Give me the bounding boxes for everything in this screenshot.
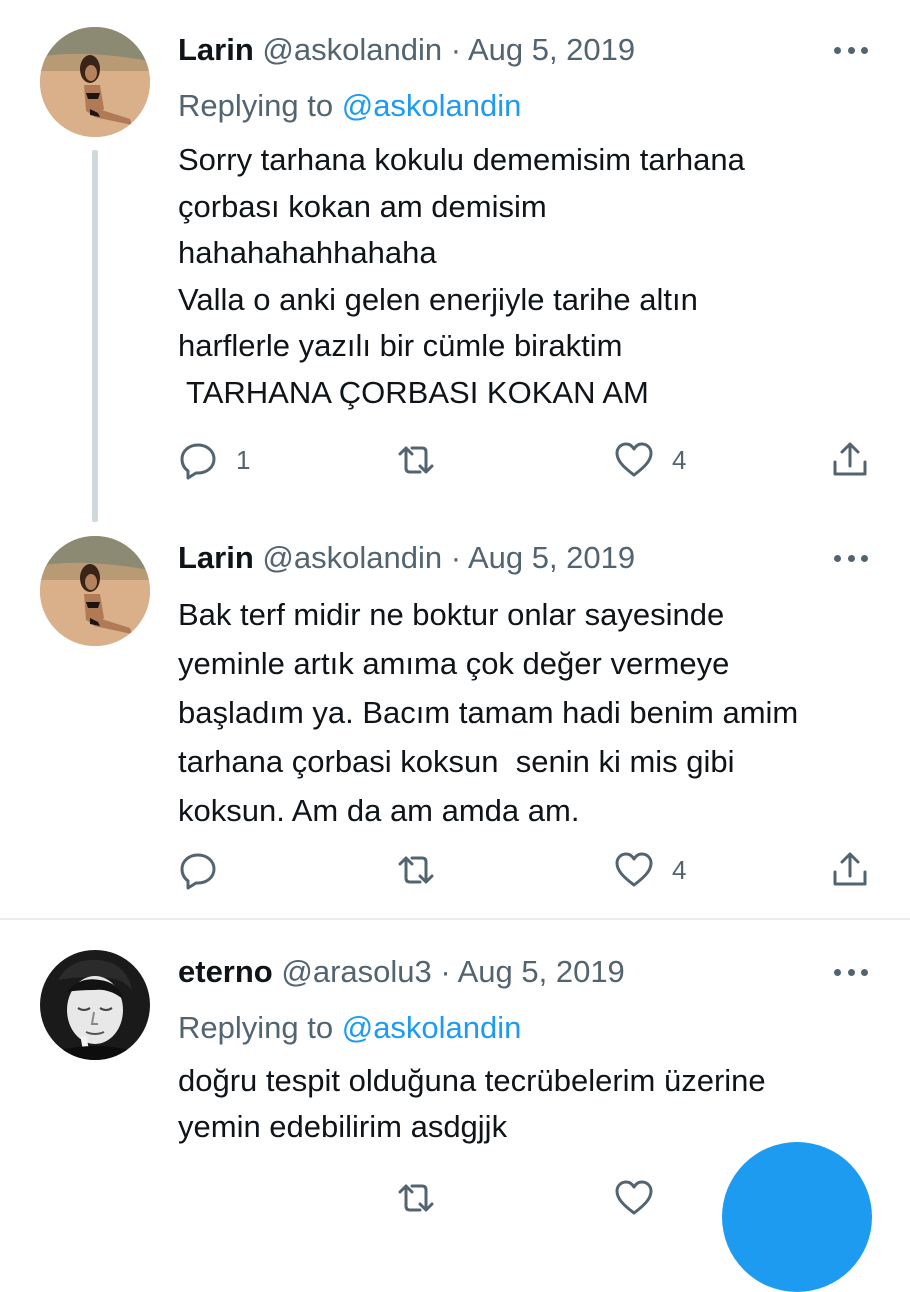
tweet-text-line: doğru tespit olduğuna tecrübelerim üzeri…	[178, 1063, 766, 1098]
like-button[interactable]	[614, 1178, 654, 1218]
reply-icon	[180, 443, 216, 480]
heart-icon	[615, 442, 653, 477]
replying-prefix: Replying to	[178, 88, 342, 123]
retweet-button[interactable]	[396, 850, 436, 890]
tweet-text: doğru tespit olduğuna tecrübelerim üzeri…	[178, 1058, 878, 1150]
retweet-icon	[398, 1184, 434, 1212]
share-button[interactable]	[830, 440, 870, 480]
tweet-text-line: TARHANA ÇORBASI KOKAN AM	[178, 374, 649, 410]
display-name[interactable]: Larin	[178, 540, 254, 575]
replying-prefix: Replying to	[178, 1010, 342, 1045]
tweet-text-line: Bak terf midir ne boktur onlar sayesinde	[178, 597, 725, 632]
retweet-icon	[398, 856, 434, 884]
more-icon[interactable]	[834, 45, 868, 55]
like-count: 4	[672, 444, 687, 475]
heart-icon	[615, 852, 653, 887]
retweet-icon	[398, 446, 434, 474]
share-button[interactable]	[830, 850, 870, 890]
retweet-button[interactable]	[396, 1178, 436, 1218]
more-icon[interactable]	[834, 553, 868, 563]
tweet-1[interactable]: Larin @askolandin · Aug 5, 2019 Replying…	[0, 0, 910, 522]
tweet-text: Bak terf midir ne boktur onlar sayesinde…	[178, 590, 878, 835]
tweet-text-line: koksun. Am da am amda am.	[178, 793, 580, 828]
tweet-text-line: tarhana çorbasi koksun senin ki mis gibi	[178, 744, 735, 779]
handle-and-date[interactable]: @arasolu3 · Aug 5, 2019	[281, 954, 624, 989]
tweet-2[interactable]: Larin @askolandin · Aug 5, 2019 Bak terf…	[0, 520, 910, 920]
tweet-text-line: harflerle yazılı bir cümle biraktim	[178, 328, 623, 363]
replying-handle-link[interactable]: @askolandin	[342, 1010, 522, 1045]
more-icon[interactable]	[834, 967, 868, 977]
tweet-actions: 4	[0, 850, 910, 894]
tweet-text-line: Valla o anki gelen enerjiyle tarihe altı…	[178, 281, 698, 317]
handle-and-date[interactable]: @askolandin · Aug 5, 2019	[262, 32, 635, 67]
reply-button[interactable]	[178, 850, 218, 890]
tweet-header: eterno @arasolu3 · Aug 5, 2019	[178, 952, 625, 992]
avatar-eterno[interactable]	[40, 950, 150, 1060]
share-icon	[833, 852, 867, 886]
reply-icon	[180, 853, 216, 890]
handle-and-date[interactable]: @askolandin · Aug 5, 2019	[262, 540, 635, 575]
avatar-larin[interactable]	[40, 536, 150, 646]
replying-handle-link[interactable]: @askolandin	[342, 88, 522, 123]
like-button[interactable]: 4	[614, 440, 686, 480]
tweet-text-line: yeminle artık amıma çok değer vermeye	[178, 646, 730, 681]
like-button[interactable]: 4	[614, 850, 686, 890]
share-icon	[833, 442, 867, 476]
display-name[interactable]: eterno	[178, 954, 273, 989]
tweet-text-line: hahahahahhahaha	[178, 235, 437, 270]
tweet-text-line: çorbası kokan am demisim	[178, 188, 547, 224]
tweet-actions: 1 4	[0, 440, 910, 484]
retweet-button[interactable]	[396, 440, 436, 480]
tweet-header: Larin @askolandin · Aug 5, 2019	[178, 30, 635, 70]
tweet-header: Larin @askolandin · Aug 5, 2019	[178, 538, 635, 578]
tweet-text-line: Sorry tarhana kokulu dememisim tarhana	[178, 142, 745, 177]
display-name[interactable]: Larin	[178, 32, 254, 67]
replying-to: Replying to @askolandin	[178, 1008, 521, 1048]
tweet-text: Sorry tarhana kokulu dememisim tarhana ç…	[178, 137, 878, 416]
tweet-text-line: başladım ya. Bacım tamam hadi benim amim	[178, 695, 799, 730]
tweet-text-line: yemin edebilirim asdgjjk	[178, 1109, 508, 1144]
compose-fab[interactable]	[722, 1142, 872, 1292]
like-count: 4	[672, 854, 687, 885]
heart-icon	[615, 1180, 653, 1215]
replying-to: Replying to @askolandin	[178, 86, 521, 126]
avatar-larin[interactable]	[40, 27, 150, 137]
reply-count: 1	[236, 444, 251, 475]
reply-button[interactable]: 1	[178, 440, 250, 480]
